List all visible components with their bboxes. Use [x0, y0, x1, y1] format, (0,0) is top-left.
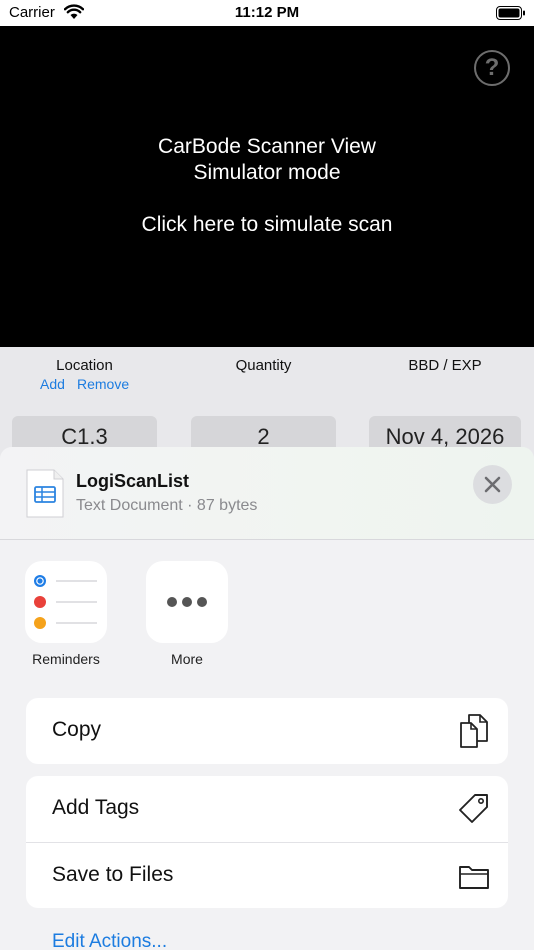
more-icon	[167, 597, 207, 607]
document-subtitle: Text Document · 87 bytes	[76, 497, 258, 514]
save-to-files-action[interactable]: Save to Files	[26, 842, 508, 908]
bbd-label: BBD / EXP	[408, 357, 482, 374]
tag-icon	[459, 794, 488, 823]
app-more[interactable]	[146, 561, 228, 643]
status-bar: Carrier 11:12 PM	[0, 0, 534, 26]
close-button[interactable]	[473, 465, 512, 504]
scanner-mode: Simulator mode	[193, 161, 341, 184]
add-location-link[interactable]: Add	[40, 376, 65, 392]
scanner-title: CarBode Scanner View	[158, 135, 376, 158]
app-reminders[interactable]	[25, 561, 107, 643]
close-icon	[484, 476, 501, 493]
document-title: LogiScanList	[76, 471, 190, 491]
edit-actions-link[interactable]: Edit Actions...	[52, 931, 167, 950]
copy-action[interactable]: Copy	[26, 698, 508, 764]
file-actions-group: Add Tags Save to Files	[26, 776, 508, 908]
scan-fields: Location Add Remove C1.3 Quantity 2 BBD …	[0, 347, 534, 460]
quantity-label: Quantity	[235, 357, 292, 374]
remove-location-link[interactable]: Remove	[77, 376, 129, 392]
location-label: Location	[56, 357, 113, 374]
share-sheet: LogiScanList Text Document · 87 bytes Re…	[0, 447, 534, 950]
help-icon: ?	[484, 54, 500, 81]
document-icon	[26, 469, 64, 518]
help-button[interactable]: ?	[474, 50, 510, 86]
folder-icon	[459, 866, 489, 889]
add-tags-action[interactable]: Add Tags	[26, 776, 508, 842]
copy-icon	[460, 714, 488, 748]
app-more-label: More	[171, 651, 203, 667]
scanner-view[interactable]: CarBode Scanner View Simulator mode Clic…	[0, 26, 534, 347]
save-to-files-label: Save to Files	[52, 863, 174, 886]
app-reminders-label: Reminders	[32, 651, 100, 667]
battery-icon	[496, 6, 525, 20]
reminders-icon	[34, 575, 97, 629]
simulate-scan-hint[interactable]: Click here to simulate scan	[0, 213, 534, 237]
add-tags-label: Add Tags	[52, 796, 140, 819]
share-sheet-header: LogiScanList Text Document · 87 bytes	[0, 447, 534, 540]
copy-group: Copy	[26, 698, 508, 764]
copy-label: Copy	[52, 718, 102, 741]
status-time: 11:12 PM	[234, 4, 300, 21]
